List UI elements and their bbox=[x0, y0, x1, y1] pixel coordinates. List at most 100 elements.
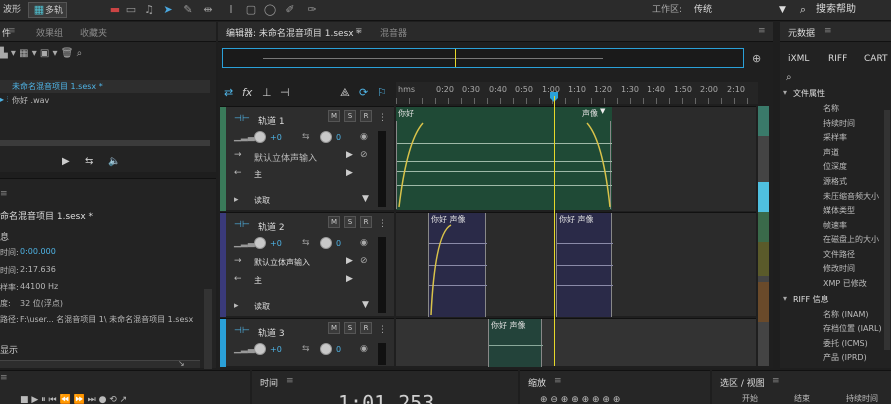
menu-icon[interactable]: ≡ bbox=[8, 26, 16, 36]
record-button[interactable]: R bbox=[360, 322, 372, 334]
display-dropdown[interactable] bbox=[0, 360, 200, 368]
meta-section-riff[interactable]: RIFF 信息 bbox=[793, 294, 829, 305]
chevron-down-icon[interactable]: ▼ bbox=[779, 2, 786, 18]
record-button[interactable]: R bbox=[360, 110, 372, 122]
menu-icon[interactable]: ≡ bbox=[554, 376, 562, 386]
tab-ixml[interactable]: iXML bbox=[788, 54, 809, 64]
clip[interactable] bbox=[396, 121, 612, 209]
lasso-tool-icon[interactable]: ◯ bbox=[263, 3, 277, 17]
track-name[interactable]: 轨道 3 bbox=[258, 326, 285, 339]
lock-icon[interactable]: ⚐ bbox=[377, 86, 387, 99]
solo-button[interactable]: S bbox=[344, 216, 356, 228]
track-name[interactable]: 轨道 2 bbox=[258, 220, 285, 233]
tab-effects-rack[interactable]: 效果组 bbox=[36, 26, 63, 39]
mute-button[interactable]: M bbox=[328, 216, 340, 228]
menu-icon[interactable]: ≡ bbox=[758, 26, 766, 36]
spectral-pitch-icon[interactable]: ▭ bbox=[124, 3, 138, 17]
metronome-icon[interactable]: ⟁ bbox=[340, 86, 350, 100]
chevron-right-icon[interactable]: ▶ bbox=[346, 256, 353, 266]
tab-cart[interactable]: CART bbox=[864, 54, 888, 64]
chevron-down-icon[interactable]: ▼ bbox=[362, 194, 369, 204]
chevron-right-icon[interactable]: ▶ bbox=[346, 150, 353, 160]
fx-icon[interactable]: ↘ bbox=[178, 359, 185, 368]
marquee-tool-icon[interactable]: ▢ bbox=[244, 3, 258, 17]
more-icon[interactable]: ⋮ bbox=[378, 325, 387, 335]
move-tool-icon[interactable]: ➤ bbox=[161, 3, 175, 17]
list-item[interactable]: 未命名混音项目 1.sesx * bbox=[0, 80, 210, 93]
list-item[interactable]: ▸ ⫶ 你好 .wav bbox=[0, 94, 210, 107]
tab-editor[interactable]: 编辑器: 未命名混音项目 1.sesx * bbox=[226, 26, 361, 39]
vertical-scrollbar[interactable] bbox=[884, 110, 890, 350]
track-header-1[interactable]: ⊣⊢ 轨道 1 M S R ⋮ ▁▂▃ +0 ⇆ 0 ◉ → 默认立体声输入 ▶… bbox=[220, 106, 394, 211]
track-header-3[interactable]: ⊣⊢ 轨道 3 M S R ⋮ ▁▂▃ +0 ⇆ 0 ◉ bbox=[220, 318, 394, 367]
waveform-view-button[interactable]: 波形 bbox=[0, 2, 24, 18]
tab-riff[interactable]: RIFF bbox=[828, 54, 847, 64]
zoom-buttons[interactable]: ⊕ ⊖ ⊕ ⊕ ⊕ ⊕ ⊕ ⊕ bbox=[540, 395, 620, 404]
track-header-2[interactable]: ⊣⊢ 轨道 2 M S R ⋮ ▁▂▃ +0 ⇆ 0 ◉ → 默认立体声输入 ▶… bbox=[220, 212, 394, 317]
swap-icon[interactable]: ⇄ bbox=[224, 86, 233, 99]
output-select[interactable]: 主 bbox=[254, 275, 262, 286]
workspace-select[interactable]: 传统 bbox=[694, 2, 712, 18]
output-select[interactable]: 主 bbox=[254, 169, 262, 180]
volume-value[interactable]: +0 bbox=[270, 239, 282, 248]
automation-mode-select[interactable]: 读取 bbox=[254, 195, 270, 206]
prop-value[interactable]: 0:00.000 bbox=[20, 247, 56, 256]
snap-icon[interactable]: ⟳ bbox=[359, 86, 368, 99]
overview-bar[interactable] bbox=[222, 48, 744, 68]
loop-icon[interactable]: ⇆ bbox=[85, 156, 93, 167]
automation-mode-select[interactable]: 读取 bbox=[254, 301, 270, 312]
pan-value[interactable]: 0 bbox=[336, 133, 341, 142]
spot-heal-icon[interactable]: ✑ bbox=[305, 3, 319, 17]
razor-tool-icon[interactable]: ✎ bbox=[181, 3, 195, 17]
more-icon[interactable]: ⋮ bbox=[378, 219, 387, 229]
zoom-icon[interactable]: ⊕ bbox=[752, 52, 761, 65]
more-icon[interactable]: ⋮ bbox=[378, 113, 387, 123]
solo-button[interactable]: S bbox=[344, 322, 356, 334]
menu-icon[interactable]: ≡ bbox=[0, 189, 8, 199]
volume-value[interactable]: +0 bbox=[270, 345, 282, 354]
mute-button[interactable]: M bbox=[328, 322, 340, 334]
pan-knob[interactable] bbox=[320, 131, 332, 143]
input-select[interactable]: 默认立体声输入 bbox=[254, 257, 310, 268]
clip[interactable]: 你好 声像 bbox=[556, 213, 613, 317]
chevron-right-icon[interactable]: ▶ bbox=[346, 274, 353, 284]
clip[interactable]: 你好 声像 bbox=[428, 213, 487, 317]
chevron-down-icon[interactable]: ▾ bbox=[783, 88, 787, 97]
clip[interactable]: 你好 声像 bbox=[488, 319, 543, 367]
time-display[interactable]: 1:01.253 bbox=[338, 391, 434, 404]
volume-knob[interactable] bbox=[254, 237, 266, 249]
time-ruler[interactable]: hms 0:20 0:30 0:40 0:50 1:00 1:10 1:20 1… bbox=[396, 82, 758, 104]
bypass-icon[interactable]: ⊘ bbox=[360, 256, 368, 266]
vertical-scrollbar[interactable] bbox=[204, 289, 212, 369]
chevron-down-icon[interactable]: ▾ bbox=[783, 294, 787, 303]
menu-icon[interactable]: ≡ bbox=[824, 26, 832, 36]
play-icon[interactable]: ▶ bbox=[62, 156, 70, 167]
monitor-icon[interactable]: ◉ bbox=[360, 238, 368, 248]
eq-icon[interactable]: ⊣ bbox=[280, 86, 290, 99]
menu-icon[interactable]: ≡ bbox=[772, 376, 780, 386]
brush-tool-icon[interactable]: ✐ bbox=[283, 3, 297, 17]
send-icon[interactable]: ⊥ bbox=[262, 86, 272, 99]
automation-expand-icon[interactable]: ▸ bbox=[234, 195, 239, 205]
search-help-input[interactable]: 搜索帮助 bbox=[816, 2, 856, 18]
fx-icon[interactable]: fx bbox=[242, 86, 252, 99]
record-button[interactable]: R bbox=[360, 216, 372, 228]
chevron-right-icon[interactable]: ▶ bbox=[346, 168, 353, 178]
time-selection-icon[interactable]: I bbox=[224, 3, 238, 17]
monitor-icon[interactable]: ◉ bbox=[360, 132, 368, 142]
horizontal-scrollbar[interactable] bbox=[0, 140, 210, 146]
track-lane-1[interactable]: 你好 声像 ▼ bbox=[396, 106, 756, 211]
mute-button[interactable]: M bbox=[328, 110, 340, 122]
slip-tool-icon[interactable]: ⇹ bbox=[201, 3, 215, 17]
pan-knob[interactable] bbox=[320, 343, 332, 355]
search-icon[interactable]: ⌕ bbox=[796, 3, 810, 17]
open-file-icon[interactable]: ▙ ▾ ▦ ▾ ▣ ▾ 🗑 ⌕ bbox=[0, 48, 82, 59]
track-name[interactable]: 轨道 1 bbox=[258, 114, 285, 127]
chevron-down-icon[interactable]: ▼ bbox=[362, 300, 369, 310]
search-icon[interactable]: ⌕ bbox=[786, 72, 792, 83]
triangle-icon[interactable]: ▼ bbox=[600, 107, 605, 115]
track-lane-2[interactable]: 你好 声像 你好 声像 bbox=[396, 212, 756, 317]
spectral-display-icon[interactable]: ▬ bbox=[108, 3, 122, 17]
pan-value[interactable]: 0 bbox=[336, 345, 341, 354]
tab-mixer[interactable]: 混音器 bbox=[380, 26, 407, 39]
